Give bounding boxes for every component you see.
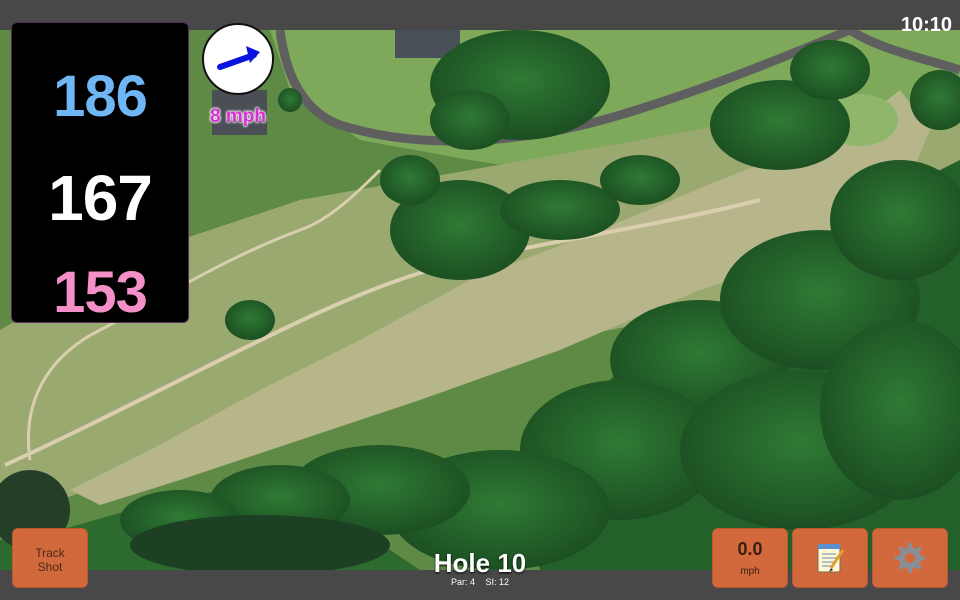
middle-distance: 167 [48, 162, 153, 234]
track-shot-label-line2: Shot [37, 560, 63, 574]
hole-info: Par: 4 SI: 12 [380, 577, 580, 587]
wind-indicator [202, 23, 274, 95]
settings-button[interactable] [872, 528, 948, 588]
notes-button[interactable] [792, 528, 868, 588]
track-shot-label-line1: Track [35, 546, 65, 560]
speed-unit: mph [740, 566, 760, 577]
speed-button[interactable]: 0.0 mph [712, 528, 788, 588]
gear-icon [895, 543, 925, 573]
back-distance: 186 [53, 64, 148, 129]
notepad-icon [817, 544, 845, 573]
hole-par: Par: 4 [450, 577, 475, 587]
track-shot-button[interactable]: Track Shot [12, 528, 88, 588]
front-distance: 153 [53, 260, 148, 325]
distance-panel: 186 167 153 [11, 22, 189, 325]
speed-value: 0.0 [737, 539, 763, 559]
hole-title: Hole 10 [433, 548, 527, 578]
wind-direction-arrow-icon [217, 46, 260, 70]
clock: 10:10 [900, 14, 952, 36]
wind-speed-label: 8 mph [210, 106, 266, 127]
hole-stroke-index: SI: 12 [485, 577, 510, 587]
